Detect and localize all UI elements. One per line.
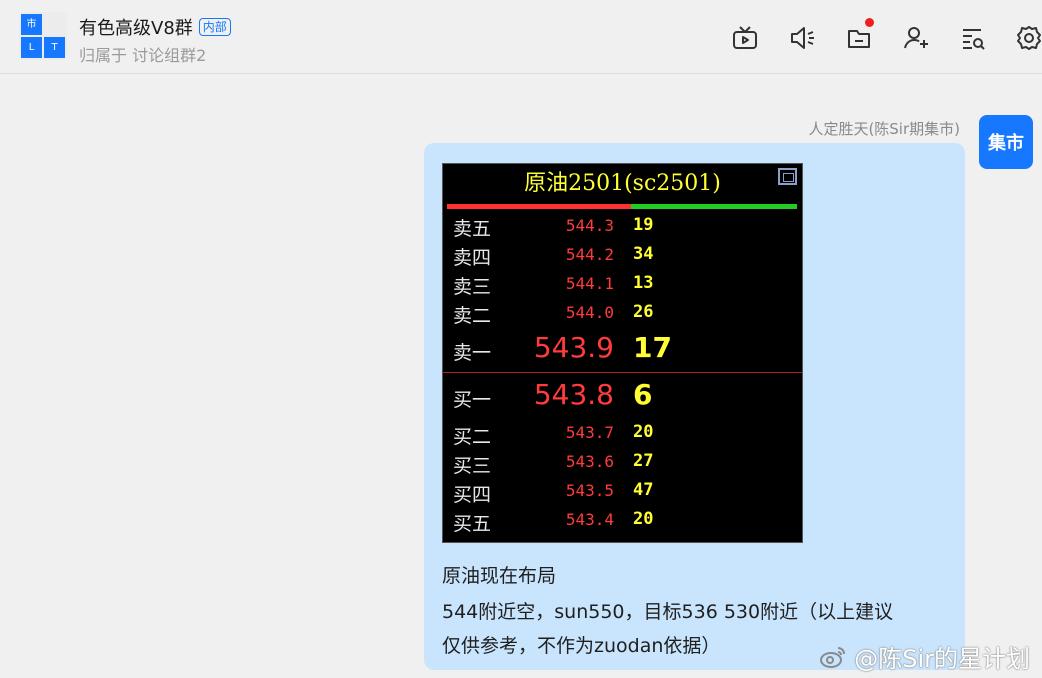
weibo-logo-icon: [820, 646, 846, 668]
bid-price: 543.6: [565, 452, 614, 471]
bid-volume: 20: [633, 509, 654, 529]
ask-label: 卖一: [453, 342, 492, 364]
speaker-icon[interactable]: [786, 22, 818, 54]
ask-price: 543.9: [533, 331, 614, 364]
sell-bar: [447, 204, 631, 209]
add-user-icon[interactable]: [900, 22, 932, 54]
ask-volume: 19: [633, 215, 654, 235]
avatar-tile: T: [44, 37, 65, 58]
group-subtitle: 归属于 讨论组群2: [79, 46, 207, 65]
bid-price: 543.8: [533, 378, 614, 411]
ask-volume: 17: [633, 331, 672, 364]
bid-volume: 47: [633, 480, 654, 500]
bid-volume: 27: [633, 451, 654, 471]
message-text-line: 544附近空，sun550，目标536 530附近（以上建议: [442, 601, 894, 623]
tv-icon[interactable]: [729, 22, 761, 54]
bid-price: 543.5: [565, 481, 614, 500]
divider: [443, 372, 802, 373]
ask-volume: 26: [633, 302, 654, 322]
message-text-line: 仅供参考，不作为zuodan依据）: [442, 635, 721, 657]
quote-image[interactable]: 原油2501(sc2501) 卖五 544.3 19 卖四 544.2 34 卖…: [442, 163, 803, 543]
ask-price: 544.2: [565, 245, 614, 264]
bid-label: 买五: [453, 513, 492, 535]
sender-name: 人定胜天(陈Sir期集市): [808, 120, 960, 138]
avatar-tile: 市: [21, 14, 42, 35]
bid-volume: 6: [633, 378, 653, 411]
notification-dot: [865, 18, 874, 27]
title-row: 有色高级V8群 内部: [79, 14, 231, 40]
avatar-tile: [44, 14, 65, 35]
ask-price: 544.3: [565, 216, 614, 235]
buy-bar: [631, 204, 797, 209]
ask-volume: 34: [633, 244, 654, 264]
ask-label: 卖四: [453, 247, 492, 269]
bid-price: 543.4: [565, 510, 614, 529]
ask-volume: 13: [633, 273, 654, 293]
ask-price: 544.0: [565, 303, 614, 322]
bid-volume: 20: [633, 422, 654, 442]
ask-label: 卖五: [453, 218, 492, 240]
chat-header: 市 L T 有色高级V8群 内部 归属于 讨论组群2: [0, 0, 1042, 74]
group-title: 有色高级V8群: [79, 18, 193, 39]
internal-tag: 内部: [198, 18, 231, 36]
bid-price: 543.7: [565, 423, 614, 442]
maximize-icon: [778, 168, 797, 185]
watermark-text: @陈Sir的星计划: [854, 645, 1030, 673]
ask-price: 544.1: [565, 274, 614, 293]
bid-label: 买四: [453, 484, 492, 506]
quote-title: 原油2501(sc2501): [524, 171, 721, 196]
bid-label: 买三: [453, 455, 492, 477]
message-text-line: 原油现在布局: [442, 565, 557, 587]
ask-label: 卖三: [453, 276, 492, 298]
avatar-tile: L: [21, 37, 42, 58]
folder-icon[interactable]: [843, 18, 875, 54]
watermark: @陈Sir的星计划: [818, 639, 1030, 674]
settings-icon[interactable]: [1013, 22, 1042, 54]
message-bubble[interactable]: 原油2501(sc2501) 卖五 544.3 19 卖四 544.2 34 卖…: [424, 143, 965, 670]
bid-label: 买一: [453, 389, 492, 411]
search-history-icon[interactable]: [957, 22, 989, 54]
bid-label: 买二: [453, 426, 492, 448]
sender-avatar[interactable]: 集市: [979, 115, 1033, 169]
group-avatar[interactable]: 市 L T: [19, 12, 67, 60]
ask-label: 卖二: [453, 305, 492, 327]
